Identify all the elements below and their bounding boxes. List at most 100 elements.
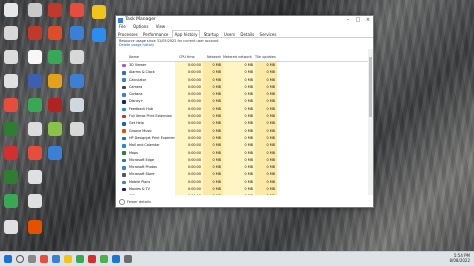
desktop-icon-13[interactable] bbox=[48, 50, 62, 64]
table-row[interactable]: Movies & TV 0:00:00 0 MB 0 MB 0 MB bbox=[119, 186, 368, 194]
desktop-icon-9[interactable] bbox=[70, 26, 84, 40]
tab-startup[interactable]: Startup bbox=[202, 31, 221, 38]
taskbar-app-1[interactable] bbox=[40, 255, 48, 263]
fewer-details-button[interactable]: Fewer details bbox=[119, 199, 151, 205]
menu-file[interactable]: File bbox=[119, 24, 126, 29]
desktop-icon-26[interactable] bbox=[70, 122, 84, 136]
column-header-cpu[interactable]: CPU time bbox=[179, 55, 195, 59]
app-icon bbox=[122, 173, 126, 177]
table-row[interactable]: Camera 0:00:00 0 MB 0 MB 0 MB bbox=[119, 83, 368, 92]
desktop-icon-31[interactable] bbox=[28, 170, 42, 184]
taskbar-app-2[interactable] bbox=[52, 255, 60, 263]
app-icon bbox=[122, 129, 126, 134]
column-header-metered[interactable]: Metered network bbox=[223, 55, 252, 59]
desktop-icon-16[interactable] bbox=[28, 74, 42, 88]
taskbar-app-5[interactable] bbox=[88, 255, 96, 263]
desktop-icon-8[interactable] bbox=[48, 26, 62, 40]
table-row[interactable]: Microsoft Photos 0:00:00 0 MB 0 MB 0 MB bbox=[119, 164, 368, 172]
table-row[interactable]: Groove Music 0:00:00 0 MB 0 MB 0 MB bbox=[119, 127, 368, 135]
close-button[interactable]: × bbox=[363, 16, 373, 24]
desktop-icon-5[interactable] bbox=[92, 5, 106, 19]
desktop-icon-17[interactable] bbox=[48, 74, 62, 88]
table-row[interactable]: HP Designjet Print Experience 0:00:00 0 … bbox=[119, 134, 368, 143]
desktop-icon-23[interactable] bbox=[4, 122, 18, 136]
system-clock[interactable]: 5:54 PM 8/08/2022 bbox=[449, 253, 470, 263]
desktop-icon-28[interactable] bbox=[28, 146, 42, 160]
taskbar-app-7[interactable] bbox=[112, 255, 120, 263]
table-row[interactable]: Cortana 0:00:00 0 MB 0 MB 0 MB bbox=[119, 91, 368, 99]
menu-options[interactable]: Options bbox=[133, 24, 148, 29]
app-name: HP Designjet Print Experience bbox=[129, 135, 180, 140]
desktop-icon-6[interactable] bbox=[4, 26, 18, 40]
task-view-icon[interactable] bbox=[28, 255, 36, 263]
vertical-scrollbar[interactable] bbox=[368, 49, 373, 195]
network-cell: 0 MB bbox=[203, 105, 223, 114]
table-row[interactable]: Microsoft Store 0:00:00 0 MB 0 MB 0 MB bbox=[119, 171, 368, 179]
table-row[interactable]: Disney+ 0:00:00 0 MB 0 MB 0 MB bbox=[119, 98, 368, 106]
taskbar-app-6[interactable] bbox=[100, 255, 108, 263]
desktop-icon-32[interactable] bbox=[4, 194, 18, 208]
desktop-icon-14[interactable] bbox=[70, 50, 84, 64]
cpu-time-cell: 0:00:00 bbox=[175, 149, 203, 157]
table-row[interactable]: Feedback Hub 0:00:00 0 MB 0 MB 0 MB bbox=[119, 105, 368, 114]
tab-users[interactable]: Users bbox=[222, 31, 237, 38]
network-cell: 0 MB bbox=[203, 149, 223, 157]
desktop-icon-7[interactable] bbox=[28, 26, 42, 40]
desktop-icon-21[interactable] bbox=[48, 98, 62, 112]
start-icon[interactable] bbox=[4, 255, 12, 263]
tab-performance[interactable]: Performance bbox=[141, 31, 170, 38]
table-row[interactable]: Mail and Calendar 0:00:00 0 MB 0 MB 0 MB bbox=[119, 142, 368, 150]
desktop-icon-10[interactable] bbox=[92, 28, 106, 42]
column-header-tile[interactable]: Tile updates bbox=[255, 55, 276, 59]
taskbar-app-8[interactable] bbox=[124, 255, 132, 263]
table-row[interactable]: Office 0:00:00 0 MB 0 MB 0 MB bbox=[119, 193, 368, 195]
desktop-icon-18[interactable] bbox=[70, 74, 84, 88]
desktop-icon-34[interactable] bbox=[4, 220, 18, 234]
desktop-icon-11[interactable] bbox=[4, 50, 18, 64]
desktop-icon-15[interactable] bbox=[4, 74, 18, 88]
tab-app-history[interactable]: App history bbox=[171, 30, 201, 38]
task-manager-window: Task Manager – □ × File Options View Pro… bbox=[115, 15, 374, 208]
desktop-icon-4[interactable] bbox=[70, 3, 84, 17]
desktop-icon-24[interactable] bbox=[28, 122, 42, 136]
tab-services[interactable]: Services bbox=[258, 31, 279, 38]
column-header-name[interactable]: Name bbox=[129, 55, 139, 59]
tab-processes[interactable]: Processes bbox=[116, 31, 140, 38]
table-row[interactable]: Fuji Xerox Print Extension 0:00:00 0 MB … bbox=[119, 113, 368, 121]
taskbar-app-4[interactable] bbox=[76, 255, 84, 263]
desktop-icon-3[interactable] bbox=[48, 3, 62, 17]
desktop-icon-29[interactable] bbox=[48, 146, 62, 160]
table-row[interactable]: 3D Viewer 0:00:00 0 MB 0 MB 0 MB bbox=[119, 62, 368, 70]
app-icon bbox=[122, 136, 126, 141]
desktop-icon-2[interactable] bbox=[28, 3, 42, 17]
taskbar-app-3[interactable] bbox=[64, 255, 72, 263]
search-icon[interactable] bbox=[16, 255, 24, 263]
desktop-icon-35[interactable] bbox=[28, 220, 42, 234]
tab-details[interactable]: Details bbox=[238, 31, 256, 38]
minimize-button[interactable]: – bbox=[343, 16, 353, 24]
table-row[interactable]: Get Help 0:00:00 0 MB 0 MB 0 MB bbox=[119, 120, 368, 128]
metered-network-cell: 0 MB bbox=[223, 69, 255, 77]
desktop-icon-33[interactable] bbox=[28, 194, 42, 208]
desktop-icon-30[interactable] bbox=[4, 170, 18, 184]
column-header-network[interactable]: Network bbox=[207, 55, 221, 59]
table-row[interactable]: Maps 0:00:00 0 MB 0 MB 0 MB bbox=[119, 149, 368, 157]
menu-view[interactable]: View bbox=[156, 24, 166, 29]
delete-usage-history-link[interactable]: Delete usage history bbox=[119, 43, 220, 47]
desktop-icon-22[interactable] bbox=[70, 98, 84, 112]
table-row[interactable]: Mobile Plans 0:00:00 0 MB 0 MB 0 MB bbox=[119, 178, 368, 187]
scrollbar-thumb[interactable] bbox=[369, 57, 372, 117]
title-bar[interactable]: Task Manager – □ × bbox=[116, 16, 373, 24]
desktop-icon-1[interactable] bbox=[4, 3, 18, 17]
desktop-icon-12[interactable] bbox=[28, 50, 42, 64]
table-row[interactable]: Alarms & Clock 0:00:00 0 MB 0 MB 0 MB bbox=[119, 69, 368, 77]
desktop-icon-27[interactable] bbox=[4, 146, 18, 160]
table-row[interactable]: Calculator 0:00:00 0 MB 0 MB 0 MB bbox=[119, 76, 368, 84]
network-cell: 0 MB bbox=[203, 193, 223, 195]
desktop-icon-19[interactable] bbox=[4, 98, 18, 112]
desktop-icon-25[interactable] bbox=[48, 122, 62, 136]
app-icon bbox=[122, 151, 126, 155]
table-row[interactable]: Microsoft Edge 0:00:00 0 MB 0 MB 0 MB bbox=[119, 156, 368, 165]
desktop-icon-20[interactable] bbox=[28, 98, 42, 112]
maximize-button[interactable]: □ bbox=[353, 16, 363, 24]
